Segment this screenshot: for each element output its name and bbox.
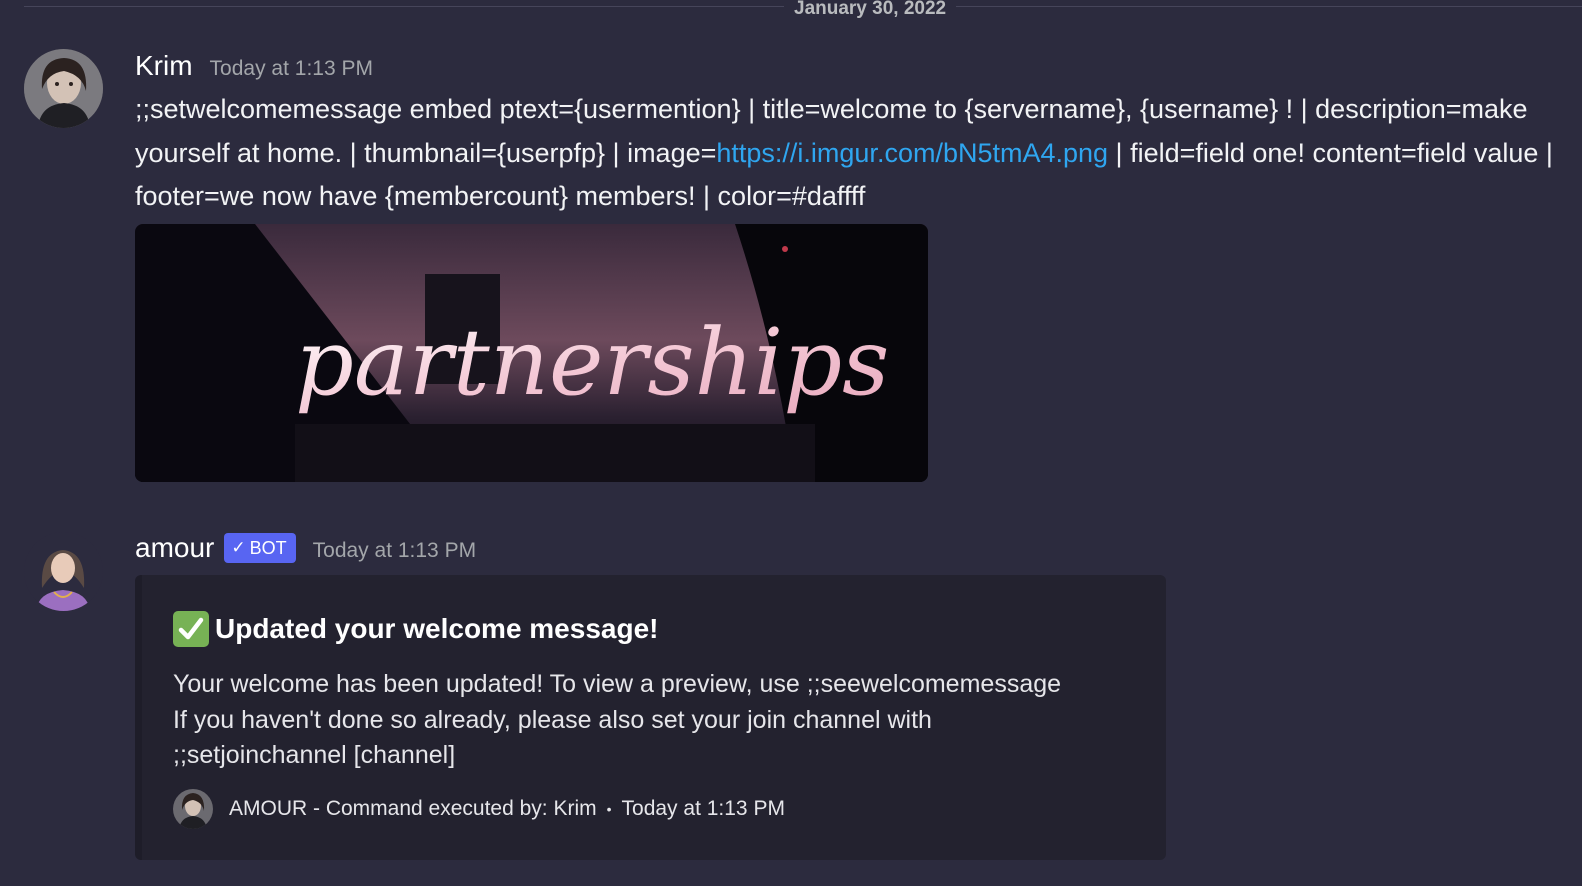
embed: Updated your welcome message! Your welco… — [135, 575, 1166, 860]
checkmark-icon: ✓ — [231, 538, 246, 557]
message-content: ;;setwelcomemessage embed ptext={usermen… — [135, 88, 1555, 219]
date-divider: January 30, 2022 — [24, 0, 1582, 18]
embed-description-line: If you haven't done so already, please a… — [173, 705, 932, 734]
avatar[interactable] — [24, 49, 103, 128]
bot-badge: ✓ BOT — [224, 533, 296, 563]
footer-avatar — [173, 789, 213, 829]
embed-description-line: Your welcome has been updated! To view a… — [173, 670, 1062, 698]
bot-avatar[interactable] — [24, 532, 103, 611]
bot-username[interactable]: amour — [135, 532, 214, 564]
username[interactable]: Krim — [135, 50, 193, 82]
image-text: partnerships — [295, 309, 889, 416]
timestamp: Today at 1:13 PM — [312, 539, 477, 562]
embed-footer: AMOUR - Command executed by: Krim • Toda… — [173, 789, 785, 829]
message-header: Krim Today at 1:13 PM — [135, 50, 373, 82]
white-check-mark-icon — [173, 611, 209, 647]
chat-view: January 30, 2022 Krim Today at 1:13 PM ;… — [0, 0, 1582, 886]
date-divider-label: January 30, 2022 — [784, 0, 957, 18]
message-header: amour ✓ BOT Today at 1:13 PM — [135, 532, 476, 567]
embed-description-line: ;;setjoinchannel [channel] — [173, 741, 456, 769]
embed-description: Your welcome has been updated! To view a… — [173, 667, 1153, 774]
footer-separator: • — [606, 801, 612, 817]
attached-image[interactable]: partnerships — [135, 224, 928, 482]
embed-title: Updated your welcome message! — [173, 611, 658, 647]
image-link[interactable]: https://i.imgur.com/bN5tmA4.png — [716, 138, 1108, 168]
embed-title-text: Updated your welcome message! — [215, 613, 659, 644]
timestamp: Today at 1:13 PM — [209, 57, 373, 80]
footer-timestamp: Today at 1:13 PM — [621, 797, 785, 820]
bot-badge-label: BOT — [249, 537, 287, 558]
footer-text: AMOUR - Command executed by: Krim — [229, 797, 597, 820]
